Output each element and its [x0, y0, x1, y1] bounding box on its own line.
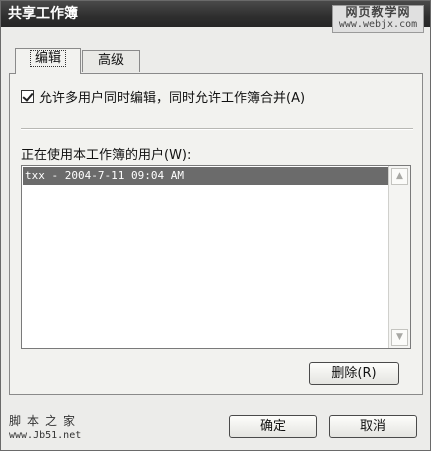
- list-item[interactable]: txx - 2004-7-11 09:04 AM: [23, 167, 388, 185]
- tab-advanced-label: 高级: [97, 53, 124, 68]
- tab-advanced[interactable]: 高级: [82, 50, 140, 72]
- users-list-label: 正在使用本工作簿的用户(W):: [21, 148, 192, 163]
- allow-multi-user-checkbox[interactable]: [21, 89, 34, 103]
- window-title: 共享工作簿: [8, 6, 78, 22]
- ok-button[interactable]: 确定: [229, 415, 317, 438]
- vertical-scrollbar[interactable]: ▲ ▼: [388, 166, 410, 348]
- scroll-up-arrow-icon[interactable]: ▲: [391, 168, 408, 185]
- allow-multi-user-label: 允许多用户同时编辑，同时允许工作簿合并(A): [39, 90, 306, 106]
- allow-multi-user-option[interactable]: 允许多用户同时编辑，同时允许工作簿合并(A): [21, 87, 306, 106]
- users-listbox[interactable]: txx - 2004-7-11 09:04 AM ▲ ▼: [21, 165, 411, 349]
- share-workbook-dialog: 共享工作簿 网页教学网 www.webjx.com 编辑 高级 允许多用户同时编…: [0, 0, 431, 451]
- watermark-line1: 网页教学网: [345, 5, 411, 19]
- separator: [21, 128, 413, 130]
- tab-edit-label: 编辑: [29, 50, 66, 67]
- delete-button[interactable]: 删除(R): [309, 362, 399, 385]
- site-watermark: 脚本之家 www.Jb51.net: [9, 413, 81, 443]
- site-url: www.Jb51.net: [9, 430, 82, 441]
- tab-edit[interactable]: 编辑: [15, 48, 81, 74]
- scroll-down-arrow-icon[interactable]: ▼: [391, 329, 408, 346]
- watermark-line2: www.webjx.com: [338, 19, 418, 30]
- watermark-logo: 网页教学网 www.webjx.com: [332, 5, 424, 33]
- cancel-button[interactable]: 取消: [329, 415, 417, 438]
- site-name: 脚本之家: [9, 414, 82, 428]
